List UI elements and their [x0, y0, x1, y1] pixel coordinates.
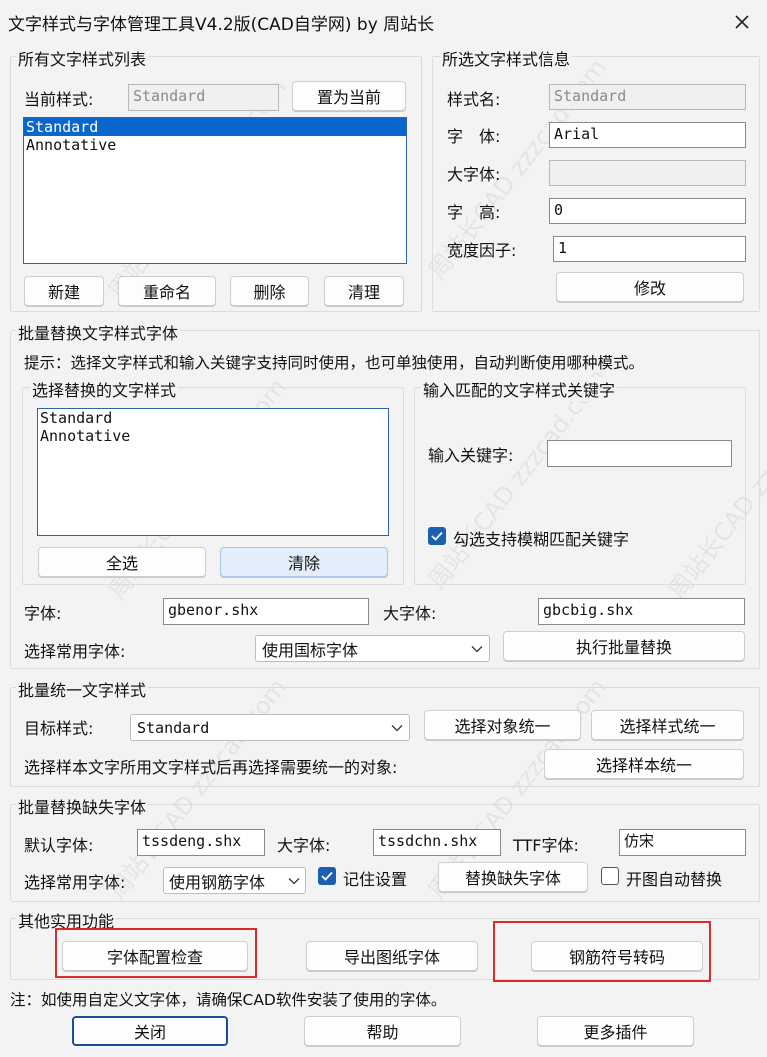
target-style-select[interactable]: Standard — [130, 714, 410, 741]
list-item[interactable]: Standard — [38, 409, 388, 427]
close-button[interactable]: 关闭 — [72, 1016, 228, 1046]
select-object-unify-button[interactable]: 选择对象统一 — [424, 710, 581, 740]
common-font-label: 选择常用字体: — [24, 642, 126, 661]
height-field[interactable]: 0 — [549, 198, 746, 224]
replace-bigfont-label: 大字体: — [383, 604, 437, 623]
replace-font-label: 字体: — [24, 604, 62, 623]
highlight-box — [493, 921, 711, 982]
keyword-field[interactable] — [547, 440, 732, 467]
purge-style-button[interactable]: 清理 — [324, 276, 404, 306]
width-factor-field[interactable]: 1 — [553, 236, 746, 262]
missing-bigfont-field[interactable]: tssdchn.shx — [373, 829, 501, 856]
fuzzy-match-label: 勾选支持模糊匹配关键字 — [453, 530, 630, 549]
auto-replace-checkbox[interactable] — [601, 867, 619, 885]
more-plugins-button[interactable]: 更多插件 — [537, 1016, 694, 1046]
auto-replace-label: 开图自动替换 — [626, 870, 723, 889]
check-icon — [321, 871, 333, 881]
chevron-down-icon — [391, 724, 403, 731]
fuzzy-match-checkbox[interactable] — [428, 527, 446, 545]
list-item[interactable]: Annotative — [38, 427, 388, 445]
clear-selection-button[interactable]: 清除 — [220, 547, 388, 577]
missing-common-font-label: 选择常用字体: — [24, 873, 126, 892]
window-title: 文字样式与字体管理工具V4.2版(CAD自学网) by 周站长 — [8, 15, 435, 35]
style-listbox[interactable]: Standard Annotative — [23, 117, 407, 264]
set-current-button[interactable]: 置为当前 — [292, 81, 406, 111]
footer-note: 注：如使用自定义文字体，请确保CAD软件安装了使用的字体。 — [10, 991, 447, 1009]
target-style-label: 目标样式: — [24, 719, 94, 738]
select-style-subgroup-label: 选择替换的文字样式 — [30, 377, 179, 401]
replace-style-listbox[interactable]: Standard Annotative — [37, 408, 389, 536]
modify-button[interactable]: 修改 — [556, 272, 744, 302]
select-all-button[interactable]: 全选 — [38, 547, 206, 577]
chevron-down-icon — [288, 877, 300, 884]
rename-style-button[interactable]: 重命名 — [118, 276, 216, 306]
replace-missing-button[interactable]: 替换缺失字体 — [438, 862, 588, 892]
ttf-font-field[interactable]: 仿宋 — [619, 829, 746, 856]
current-style-label: 当前样式: — [24, 90, 94, 109]
list-item[interactable]: Annotative — [24, 136, 406, 154]
close-icon[interactable] — [722, 4, 762, 40]
remember-settings-label: 记住设置 — [343, 870, 408, 889]
help-button[interactable]: 帮助 — [304, 1016, 461, 1046]
bigfont-field — [549, 160, 746, 186]
keyword-subgroup-label: 输入匹配的文字样式关键字 — [421, 377, 618, 401]
style-list-group-label: 所有文字样式列表 — [16, 46, 149, 70]
missing-common-font-value: 使用钢筋字体 — [169, 872, 266, 892]
height-label: 字 高: — [447, 203, 501, 222]
sample-unify-button[interactable]: 选择样本统一 — [544, 749, 744, 779]
default-font-field[interactable]: tssdeng.shx — [137, 829, 265, 856]
remember-settings-checkbox[interactable] — [318, 867, 336, 885]
delete-style-button[interactable]: 删除 — [230, 276, 309, 306]
new-style-button[interactable]: 新建 — [24, 276, 104, 306]
style-name-field: Standard — [549, 84, 746, 110]
target-style-value: Standard — [137, 718, 210, 737]
ttf-font-label: TTF字体: — [513, 836, 579, 855]
default-font-label: 默认字体: — [24, 836, 94, 855]
bigfont-label: 大字体: — [447, 165, 501, 184]
style-info-group-label: 所选文字样式信息 — [440, 46, 573, 70]
replace-font-field[interactable]: gbenor.shx — [163, 598, 369, 625]
missing-font-group-label: 批量替换缺失字体 — [16, 794, 149, 818]
common-font-value: 使用国标字体 — [262, 640, 359, 660]
current-style-field: Standard — [128, 84, 279, 111]
style-name-label: 样式名: — [447, 90, 501, 109]
common-font-select[interactable]: 使用国标字体 — [255, 635, 490, 662]
missing-common-font-select[interactable]: 使用钢筋字体 — [163, 867, 306, 894]
check-icon — [431, 531, 443, 541]
font-label: 字 体: — [447, 127, 501, 146]
keyword-subgroup — [414, 387, 746, 585]
export-drawing-fonts-button[interactable]: 导出图纸字体 — [306, 941, 478, 971]
font-field[interactable]: Arial — [549, 122, 746, 148]
execute-replace-button[interactable]: 执行批量替换 — [503, 631, 745, 661]
missing-bigfont-label: 大字体: — [277, 836, 331, 855]
list-item[interactable]: Standard — [24, 118, 406, 136]
unify-group-label: 批量统一文字样式 — [16, 677, 149, 701]
replace-bigfont-field[interactable]: gbcbig.shx — [538, 598, 745, 625]
sample-hint-text: 选择样本文字所用文字样式后再选择需要统一的对象: — [24, 758, 398, 777]
select-style-unify-button[interactable]: 选择样式统一 — [591, 710, 744, 740]
batch-hint-text: 提示：选择文字样式和输入关键字支持同时使用，也可单独使用，自动判断使用哪种模式。 — [24, 354, 645, 372]
highlight-box — [55, 928, 257, 978]
width-factor-label: 宽度因子: — [447, 241, 517, 260]
batch-replace-group-label: 批量替换文字样式字体 — [16, 320, 181, 344]
title-bar: 文字样式与字体管理工具V4.2版(CAD自学网) by 周站长 — [0, 0, 767, 44]
chevron-down-icon — [471, 645, 483, 652]
keyword-label: 输入关键字: — [428, 446, 514, 465]
